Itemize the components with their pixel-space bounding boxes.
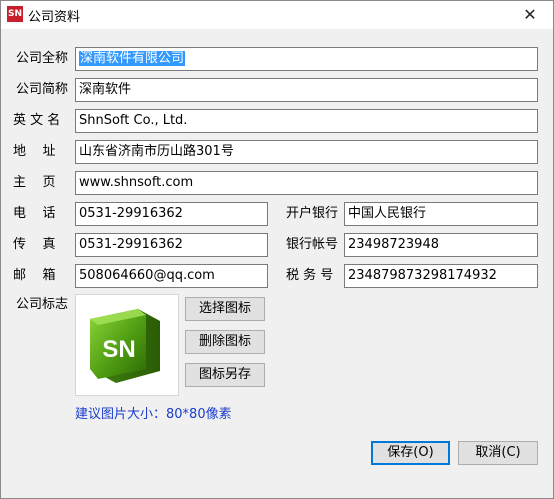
fax-input[interactable]: 0531-29916362 — [75, 233, 268, 257]
bank-account-label: 银行帐号 — [286, 237, 339, 252]
english-name-label: 英 文 名 — [13, 113, 61, 128]
tax-id-input[interactable]: 234879873298174932 — [344, 264, 538, 288]
sn-logo-icon: SN — [90, 309, 160, 383]
fax-label: 传 真 — [13, 237, 56, 252]
tax-id-label: 税 务 号 — [286, 268, 334, 283]
logo-label: 公司标志 — [16, 297, 69, 312]
select-logo-button[interactable]: 选择图标 — [185, 297, 265, 321]
company-info-dialog: SN 公司资料 ✕ 公司全称 深南软件有限公司 公司简称 深南软件 英 文 名 … — [0, 0, 554, 499]
email-label: 邮 箱 — [13, 268, 56, 283]
phone-label: 电 话 — [13, 206, 56, 221]
homepage-input[interactable]: www.shnsoft.com — [75, 171, 538, 195]
delete-logo-button[interactable]: 删除图标 — [185, 330, 265, 354]
app-logo-icon: SN — [7, 6, 23, 22]
phone-input[interactable]: 0531-29916362 — [75, 202, 268, 226]
full-name-value: 深南软件有限公司 — [79, 51, 186, 66]
short-name-input[interactable]: 深南软件 — [75, 78, 538, 102]
address-input[interactable]: 山东省济南市历山路301号 — [75, 140, 538, 164]
save-logo-as-button[interactable]: 图标另存 — [185, 363, 265, 387]
close-button[interactable]: ✕ — [507, 1, 553, 29]
bank-label: 开户银行 — [286, 206, 339, 221]
window-title: 公司资料 — [28, 10, 81, 25]
title-bar: SN 公司资料 ✕ — [1, 1, 553, 29]
logo-text: SN — [102, 336, 135, 363]
full-name-label: 公司全称 — [16, 51, 69, 66]
email-input[interactable]: 508064660@qq.com — [75, 264, 268, 288]
cancel-button[interactable]: 取消(C) — [458, 441, 538, 465]
homepage-label: 主 页 — [13, 175, 56, 190]
company-logo-preview: SN — [75, 294, 179, 396]
logo-size-hint: 建议图片大小：80*80像素 — [75, 407, 232, 422]
bank-input[interactable]: 中国人民银行 — [344, 202, 538, 226]
save-button[interactable]: 保存(O) — [371, 441, 450, 465]
address-label: 地 址 — [13, 144, 56, 159]
bank-account-input[interactable]: 23498723948 — [344, 233, 538, 257]
short-name-label: 公司简称 — [16, 82, 69, 97]
english-name-input[interactable]: ShnSoft Co., Ltd. — [75, 109, 538, 133]
full-name-input[interactable]: 深南软件有限公司 — [75, 47, 538, 71]
